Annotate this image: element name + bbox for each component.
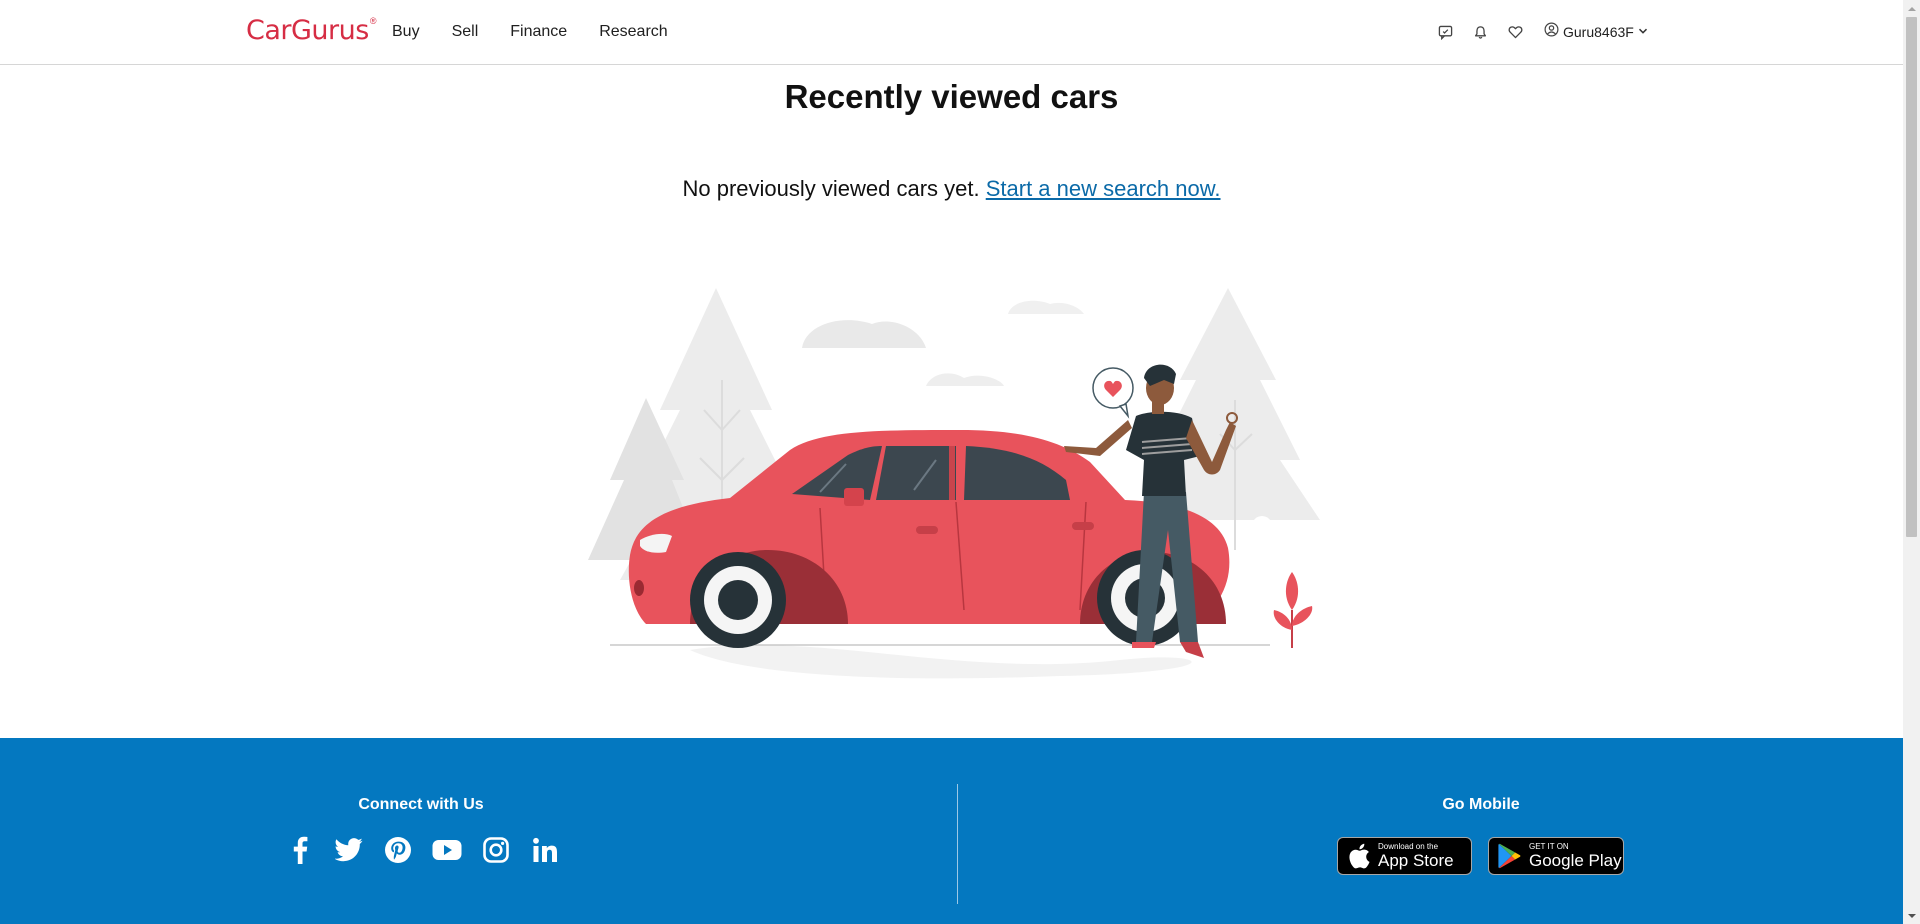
nav-sell[interactable]: Sell: [452, 23, 479, 41]
app-store-button[interactable]: Download on the App Store: [1337, 837, 1472, 875]
social-links: [284, 834, 578, 866]
messages-icon[interactable]: [1435, 22, 1455, 42]
cargurus-logo[interactable]: CarGurus ®: [246, 14, 376, 46]
connect-title: Connect with Us: [358, 796, 484, 813]
google-play-icon: [1497, 843, 1523, 869]
vertical-scrollbar[interactable]: [1903, 0, 1920, 924]
plant: [1273, 572, 1313, 648]
front-wheel: [690, 552, 786, 648]
heart-icon[interactable]: [1505, 22, 1525, 42]
twitter-icon[interactable]: [333, 834, 365, 866]
scroll-down-arrow-icon[interactable]: [1903, 907, 1920, 924]
go-mobile-title: Go Mobile: [1442, 796, 1520, 813]
app-store-small-text: Download on the: [1378, 842, 1439, 851]
site-header: CarGurus ® Buy Sell Finance Research Gur…: [0, 0, 1903, 65]
apple-icon: [1346, 843, 1372, 869]
logo-registered-mark: ®: [369, 16, 377, 26]
start-new-search-link[interactable]: Start a new search now.: [986, 176, 1221, 201]
empty-state-text: No previously viewed cars yet.: [682, 176, 980, 201]
cloud-2: [926, 373, 1004, 386]
youtube-icon[interactable]: [431, 834, 463, 866]
cloud-3: [1008, 300, 1084, 314]
username: Guru8463F: [1563, 24, 1634, 40]
ground-shadow: [690, 645, 1192, 679]
site-footer: Connect with Us Go Mobile Download on th…: [0, 738, 1903, 924]
user-avatar-icon: [1544, 22, 1559, 42]
nav-finance[interactable]: Finance: [510, 23, 567, 41]
facebook-icon[interactable]: [284, 834, 316, 866]
google-play-button[interactable]: GET IT ON Google Play: [1488, 837, 1624, 875]
instagram-icon[interactable]: [480, 834, 512, 866]
empty-state-message: No previously viewed cars yet. Start a n…: [0, 176, 1903, 202]
google-play-big-text: Google Play: [1529, 851, 1622, 870]
cloud-1: [802, 320, 926, 348]
nav-buy[interactable]: Buy: [392, 23, 420, 41]
footer-divider: [957, 784, 958, 904]
main-nav: Buy Sell Finance Research: [392, 0, 700, 64]
page-title: Recently viewed cars: [784, 78, 1119, 115]
pinterest-icon[interactable]: [382, 834, 414, 866]
google-play-text: GET IT ON Google Play: [1529, 842, 1622, 870]
bell-icon[interactable]: [1470, 22, 1490, 42]
scrollbar-thumb[interactable]: [1906, 17, 1917, 537]
google-play-small-text: GET IT ON: [1529, 842, 1569, 851]
nav-research[interactable]: Research: [599, 23, 667, 41]
linkedin-icon[interactable]: [529, 834, 561, 866]
header-actions: Guru8463F: [1435, 0, 1648, 64]
app-store-big-text: App Store: [1378, 851, 1454, 870]
scroll-up-arrow-icon[interactable]: [1903, 0, 1920, 17]
logo-text: CarGurus: [246, 14, 369, 46]
app-store-text: Download on the App Store: [1378, 842, 1454, 870]
page: CarGurus ® Buy Sell Finance Research Gur…: [0, 0, 1903, 924]
car-illustration: [588, 288, 1320, 679]
chevron-down-icon: [1638, 23, 1648, 41]
user-menu[interactable]: Guru8463F: [1544, 22, 1648, 42]
